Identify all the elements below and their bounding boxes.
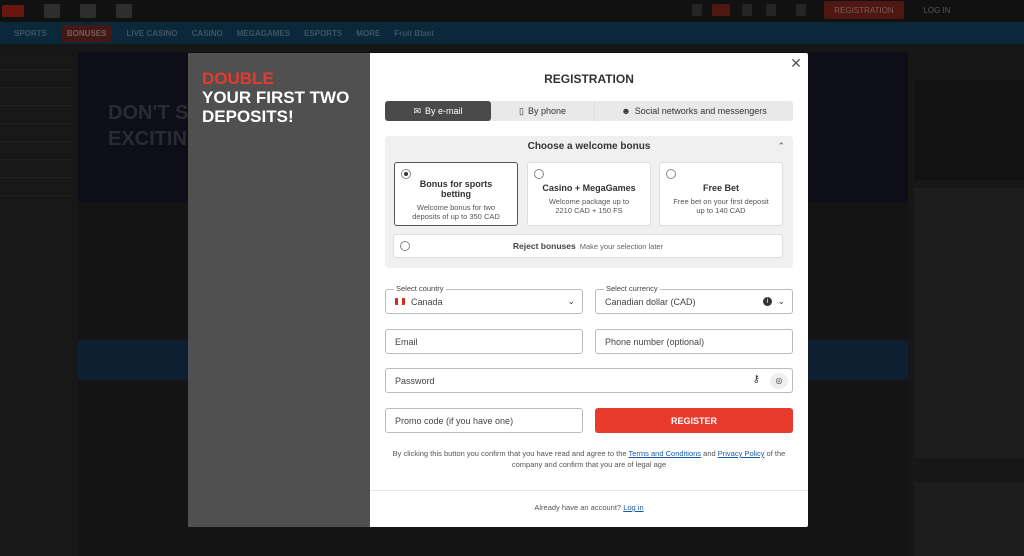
chevron-up-icon[interactable]: ⌃: [777, 141, 785, 152]
bonus-option-reject[interactable]: Reject bonuses Make your selection later: [393, 234, 783, 258]
close-icon[interactable]: ✕: [790, 56, 802, 70]
divider: [370, 490, 808, 491]
password-field[interactable]: Password ⚷ ◎: [385, 368, 793, 393]
people-icon: ☻: [621, 106, 631, 116]
login-prompt: Already have an account? Log in: [534, 503, 644, 512]
radio-unselected[interactable]: [534, 169, 544, 179]
registration-form: ✕ REGISTRATION ✉ By e-mail ▯ By phone ☻ …: [370, 53, 808, 527]
eye-slash-icon[interactable]: ◎: [770, 373, 788, 389]
bonus-option-free-bet[interactable]: Free Bet Free bet on your first deposit …: [659, 162, 783, 226]
email-icon: ✉: [413, 105, 422, 116]
bonus-option-sports[interactable]: Bonus for sports betting Welcome bonus f…: [394, 162, 518, 226]
key-icon[interactable]: ⚷: [753, 374, 760, 385]
tab-social-networks[interactable]: ☻ Social networks and messengers: [595, 101, 793, 121]
chevron-down-icon: ⌄: [567, 296, 575, 306]
promo-headline-accent: DOUBLE: [202, 69, 274, 88]
bonus-option-casino[interactable]: Casino + MegaGames Welcome package up to…: [527, 162, 651, 226]
registration-tabs: ✉ By e-mail ▯ By phone ☻ Social networks…: [385, 101, 793, 121]
phone-icon: ▯: [519, 105, 524, 116]
tab-by-phone[interactable]: ▯ By phone: [491, 101, 595, 121]
tab-by-email[interactable]: ✉ By e-mail: [385, 101, 491, 121]
register-button[interactable]: REGISTER: [595, 408, 793, 433]
promo-headline-line3: DEPOSITS!: [202, 107, 294, 126]
privacy-link[interactable]: Privacy Policy: [718, 449, 765, 458]
info-icon[interactable]: i: [763, 297, 772, 306]
radio-selected[interactable]: [401, 169, 411, 179]
phone-field[interactable]: Phone number (optional): [595, 329, 793, 354]
terms-notice: By clicking this button you confirm that…: [392, 449, 786, 469]
country-select[interactable]: Select country Canada ⌄: [385, 284, 583, 314]
terms-link[interactable]: Terms and Conditions: [629, 449, 702, 458]
promo-code-field[interactable]: Promo code (if you have one): [385, 408, 583, 433]
radio-unselected[interactable]: [666, 169, 676, 179]
radio-unselected[interactable]: [400, 241, 410, 251]
email-field[interactable]: Email: [385, 329, 583, 354]
promo-headline-line2: YOUR FIRST TWO: [202, 88, 350, 107]
chevron-down-icon: ⌄: [777, 296, 785, 306]
login-link[interactable]: Log in: [623, 503, 643, 512]
canada-flag-icon: [395, 298, 405, 305]
welcome-bonus-section: Choose a welcome bonus ⌃ Bonus for sport…: [385, 136, 793, 268]
bonus-section-title: Choose a welcome bonus: [527, 141, 651, 152]
currency-select[interactable]: Select currency Canadian dollar (CAD) i …: [595, 284, 793, 314]
promo-panel: DOUBLE YOUR FIRST TWO DEPOSITS!: [188, 53, 370, 527]
modal-title: REGISTRATION: [544, 72, 634, 86]
registration-modal: DOUBLE YOUR FIRST TWO DEPOSITS! ✕ REGIST…: [188, 53, 808, 527]
